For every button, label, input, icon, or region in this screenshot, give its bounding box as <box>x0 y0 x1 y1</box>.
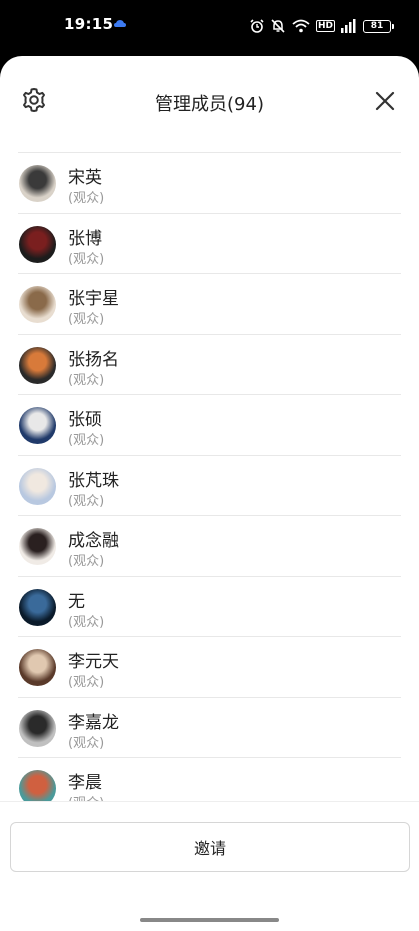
battery-icon: 81 <box>363 19 394 33</box>
member-row[interactable]: 李嘉龙 (观众) <box>18 698 401 758</box>
member-role: (观众) <box>68 251 105 267</box>
cloud-icon <box>114 20 126 27</box>
avatar[interactable] <box>19 588 56 626</box>
member-name: 李嘉龙 <box>68 712 119 733</box>
member-row[interactable]: 李元天 (观众) <box>18 637 401 698</box>
member-name: 张博 <box>68 228 102 249</box>
member-role: (观众) <box>68 614 105 630</box>
member-role: (观众) <box>68 372 105 388</box>
member-role: (观众) <box>68 433 105 448</box>
page-title: 管理成员(94) <box>155 94 264 115</box>
member-name: 张扬名 <box>68 349 119 370</box>
member-name: 宋英 <box>68 168 102 188</box>
status-icons: HD 81 <box>250 16 394 36</box>
member-row[interactable]: 成念融 (观众) <box>18 516 401 577</box>
member-role: (观众) <box>68 554 105 569</box>
avatar[interactable] <box>19 407 56 444</box>
avatar[interactable] <box>19 770 56 802</box>
member-row[interactable]: 张扬名 (观众) <box>18 335 401 395</box>
avatar[interactable] <box>19 346 56 384</box>
member-role: (观众) <box>68 493 105 509</box>
avatar[interactable] <box>19 225 56 263</box>
divider <box>0 801 419 802</box>
avatar[interactable] <box>19 709 56 747</box>
invite-button[interactable]: 邀请 <box>10 822 410 872</box>
avatar[interactable] <box>19 165 56 202</box>
member-role: (观众) <box>68 191 105 206</box>
avatar[interactable] <box>19 286 56 323</box>
member-name: 张硕 <box>68 410 102 430</box>
member-row[interactable]: 张芃珠 (观众) <box>18 456 401 516</box>
status-time: 19:15 <box>64 15 114 33</box>
avatar[interactable] <box>19 649 56 686</box>
battery-level: 81 <box>370 20 384 31</box>
member-row[interactable]: 张博 (观众) <box>18 214 401 274</box>
member-name: 张宇星 <box>68 289 119 309</box>
status-bar: 19:15 HD 81 <box>0 0 419 56</box>
close-icon[interactable] <box>375 91 395 111</box>
member-row[interactable]: 李晨(观众) <box>18 758 401 802</box>
wifi-icon <box>292 19 310 33</box>
member-role: (观众) <box>68 735 105 751</box>
member-row[interactable]: 宋英 (观众) <box>18 153 401 214</box>
alarm-icon <box>250 19 264 33</box>
member-name: 李晨 <box>68 773 102 793</box>
member-name: 李元天 <box>68 652 119 672</box>
signal-icon <box>341 19 356 33</box>
member-name: 成念融 <box>68 531 119 551</box>
manage-members-sheet: 管理成员(94) 宋英 (观众) 张博 (观众) 张宇星 (观众) 张扬名 (观众) 张硕 (观众… <box>0 56 419 931</box>
member-name: 无 <box>68 591 85 612</box>
member-role: (观众) <box>68 312 105 327</box>
member-row[interactable]: 张硕 (观众) <box>18 395 401 456</box>
avatar[interactable] <box>19 528 56 565</box>
member-role: (观众) <box>68 675 105 690</box>
hd-icon: HD <box>315 20 335 32</box>
avatar[interactable] <box>19 467 56 505</box>
sheet-header: 管理成员(94) <box>0 56 419 152</box>
home-indicator[interactable] <box>140 918 279 922</box>
member-name: 张芃珠 <box>68 470 119 491</box>
member-list[interactable]: 宋英 (观众) 张博 (观众) 张宇星 (观众) 张扬名 (观众) 张硕 (观众) 张芃珠 (观众) 成… <box>18 152 401 802</box>
member-row[interactable]: 张宇星 (观众) <box>18 274 401 335</box>
mute-bell-icon <box>271 19 285 33</box>
member-row[interactable]: 无 (观众) <box>18 577 401 637</box>
